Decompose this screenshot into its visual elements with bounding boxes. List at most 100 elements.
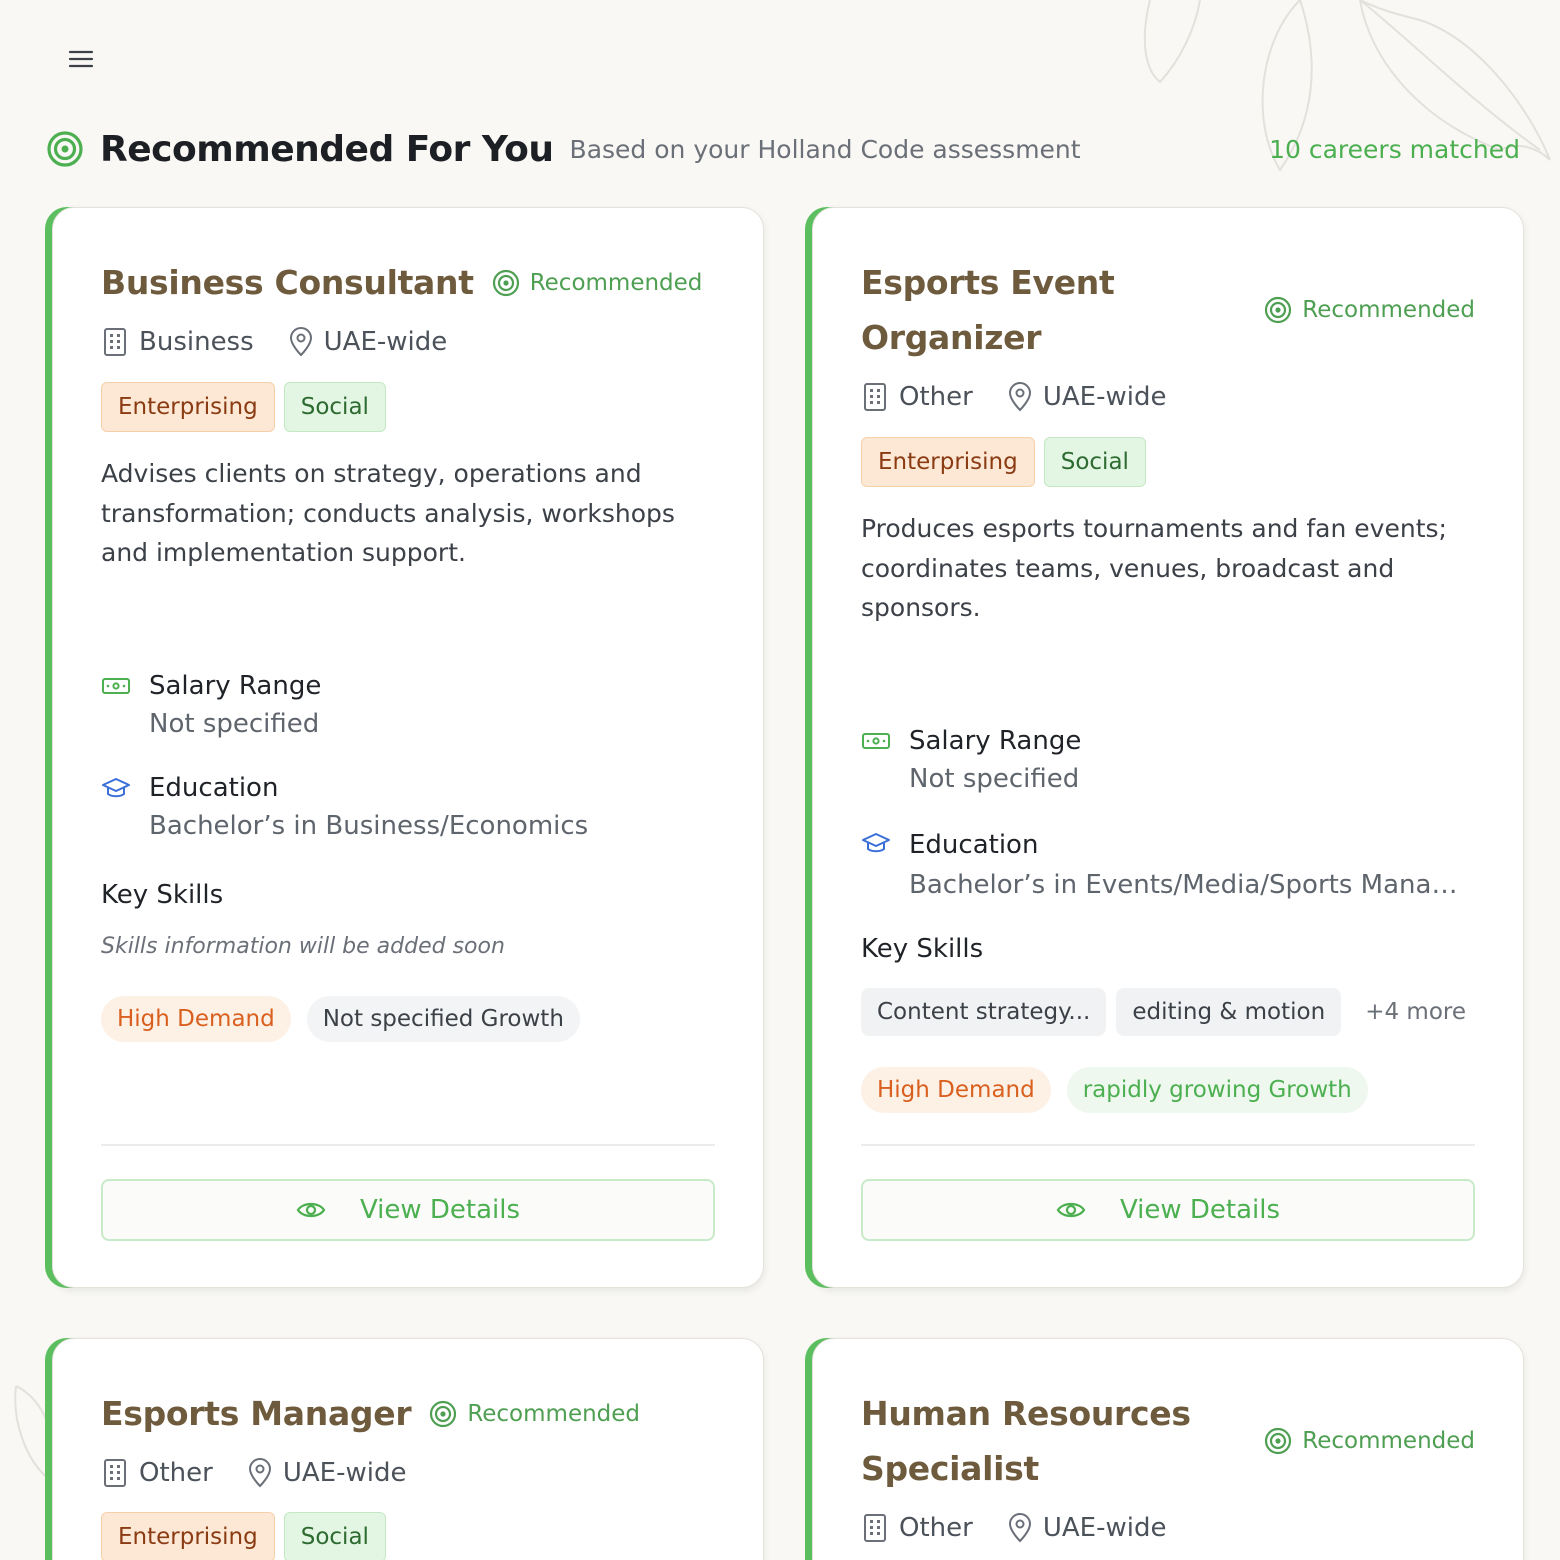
building-icon bbox=[104, 1459, 126, 1487]
career-title: Esports Event Organizer bbox=[861, 255, 1115, 365]
career-card: Esports Event Organizer Recommended Othe… bbox=[812, 207, 1524, 1288]
career-title-line: Specialist bbox=[861, 1449, 1039, 1488]
target-icon bbox=[430, 1400, 457, 1427]
recommended-label: Recommended bbox=[1302, 1428, 1475, 1454]
card-divider bbox=[101, 1144, 715, 1146]
location-pin-icon bbox=[248, 1458, 271, 1488]
career-title: Business Consultant bbox=[101, 263, 474, 302]
salary-info: Salary Range Not specified bbox=[101, 668, 321, 744]
skills-list: Content strategy... editing & motion +4 … bbox=[861, 988, 1466, 1036]
recommended-badge: Recommended bbox=[492, 269, 703, 297]
graduation-cap-icon bbox=[862, 833, 890, 853]
target-icon bbox=[1265, 1427, 1292, 1455]
career-meta: Business UAE-wide bbox=[101, 327, 481, 357]
target-icon bbox=[1265, 296, 1292, 324]
skills-empty-note: Skills information will be added soon bbox=[101, 934, 505, 959]
card-title-row: Business Consultant Recommended bbox=[101, 255, 715, 310]
sector-label: Business bbox=[139, 327, 254, 357]
career-title-line: Esports Event bbox=[861, 263, 1115, 302]
location-pin-icon bbox=[1008, 382, 1031, 412]
sector-label: Other bbox=[899, 382, 973, 412]
career-meta: Other UAE-wide bbox=[101, 1458, 440, 1488]
location-label: UAE-wide bbox=[1042, 1513, 1167, 1543]
career-card: Human Resources Specialist Recommended O… bbox=[812, 1338, 1524, 1560]
card-divider bbox=[861, 1144, 1475, 1146]
recommended-badge: Recommended bbox=[1264, 296, 1475, 324]
card-title-row: Esports Manager Recommended bbox=[101, 1386, 715, 1441]
career-title: Human Resources Specialist bbox=[861, 1386, 1191, 1496]
view-details-label: View Details bbox=[359, 1195, 521, 1225]
building-icon bbox=[104, 328, 126, 356]
location-label: UAE-wide bbox=[1042, 382, 1167, 412]
page-header: Recommended For You Based on your Hollan… bbox=[46, 122, 1520, 176]
career-description: Produces esports tournaments and fan eve… bbox=[861, 514, 1447, 622]
tag-enterprising: Enterprising bbox=[101, 1512, 275, 1560]
hamburger-icon bbox=[68, 50, 94, 68]
recommended-label: Recommended bbox=[529, 269, 703, 296]
location: UAE-wide bbox=[1007, 382, 1167, 412]
tag-social: Social bbox=[283, 382, 386, 432]
target-icon bbox=[492, 269, 519, 296]
recommended-label: Recommended bbox=[467, 1400, 641, 1427]
location-label: UAE-wide bbox=[282, 1458, 407, 1488]
page-title: Recommended For You bbox=[100, 128, 554, 170]
career-meta: Other UAE-wide bbox=[861, 382, 1200, 412]
building-icon bbox=[864, 1514, 886, 1542]
education-label: Education bbox=[909, 830, 1039, 860]
career-outlook: High Demand Not specified Growth bbox=[101, 996, 596, 1042]
career-description: Advises clients on strategy, operations … bbox=[101, 459, 675, 567]
card-title-row: Esports Event Organizer Recommended bbox=[861, 255, 1475, 365]
tag-social: Social bbox=[283, 1512, 386, 1560]
holland-tags: Enterprising Social bbox=[101, 1512, 395, 1560]
salary-value: Not specified bbox=[909, 764, 1080, 794]
sector: Business bbox=[101, 327, 254, 357]
career-title-line: Organizer bbox=[861, 318, 1042, 357]
demand-badge: High Demand bbox=[861, 1067, 1051, 1113]
leaf-decoration bbox=[14, 1385, 55, 1482]
target-icon bbox=[47, 131, 83, 167]
skill-chip: Content strategy... bbox=[861, 988, 1107, 1036]
location-pin-icon bbox=[289, 327, 312, 357]
skills-more: +4 more bbox=[1365, 999, 1466, 1025]
view-details-button[interactable]: View Details bbox=[861, 1179, 1475, 1241]
career-card: Esports Manager Recommended Other UAE-wi… bbox=[52, 1338, 764, 1560]
location-pin-icon bbox=[1008, 1513, 1031, 1543]
eye-icon bbox=[1056, 1202, 1086, 1218]
sector-label: Other bbox=[139, 1458, 213, 1488]
key-skills-heading: Key Skills bbox=[101, 880, 224, 910]
money-icon bbox=[862, 733, 890, 749]
location-label: UAE-wide bbox=[323, 327, 448, 357]
career-title: Esports Manager bbox=[101, 1394, 412, 1433]
growth-badge: Not specified Growth bbox=[306, 996, 580, 1042]
building-icon bbox=[864, 383, 886, 411]
card-title-row: Human Resources Specialist Recommended bbox=[861, 1386, 1475, 1496]
tag-social: Social bbox=[1043, 437, 1146, 487]
education-value: Bachelor’s in Business/Economics bbox=[149, 811, 589, 841]
career-outlook: High Demand rapidly growing Growth bbox=[861, 1067, 1384, 1113]
view-details-label: View Details bbox=[1119, 1195, 1281, 1225]
sector: Other bbox=[861, 382, 973, 412]
salary-label: Salary Range bbox=[149, 671, 322, 701]
recommended-badge: Recommended bbox=[429, 1400, 640, 1428]
location: UAE-wide bbox=[288, 327, 448, 357]
page-subtitle: Based on your Holland Code assessment bbox=[569, 134, 1081, 164]
location: UAE-wide bbox=[1007, 1513, 1167, 1543]
salary-value: Not specified bbox=[149, 709, 320, 739]
tag-enterprising: Enterprising bbox=[861, 437, 1035, 487]
education-label: Education bbox=[149, 773, 279, 803]
menu-button[interactable] bbox=[64, 44, 98, 74]
money-icon bbox=[102, 678, 130, 694]
holland-tags: Enterprising Social bbox=[101, 382, 395, 432]
salary-label: Salary Range bbox=[909, 726, 1082, 756]
recommended-label: Recommended bbox=[1302, 297, 1475, 323]
career-card: Business Consultant Recommended Business bbox=[52, 207, 764, 1288]
sector-label: Other bbox=[899, 1513, 973, 1543]
graduation-cap-icon bbox=[102, 778, 130, 798]
view-details-button[interactable]: View Details bbox=[101, 1179, 715, 1241]
tag-enterprising: Enterprising bbox=[101, 382, 275, 432]
education-value: Bachelor’s in Events/Media/Sports Manage… bbox=[909, 870, 1471, 900]
career-meta: Other UAE-wide bbox=[861, 1513, 1200, 1543]
education-info: Education Bachelor’s in Business/Economi… bbox=[101, 770, 588, 846]
skill-chip: editing & motion bbox=[1116, 988, 1342, 1036]
careers-count: 10 careers matched bbox=[1269, 134, 1520, 164]
